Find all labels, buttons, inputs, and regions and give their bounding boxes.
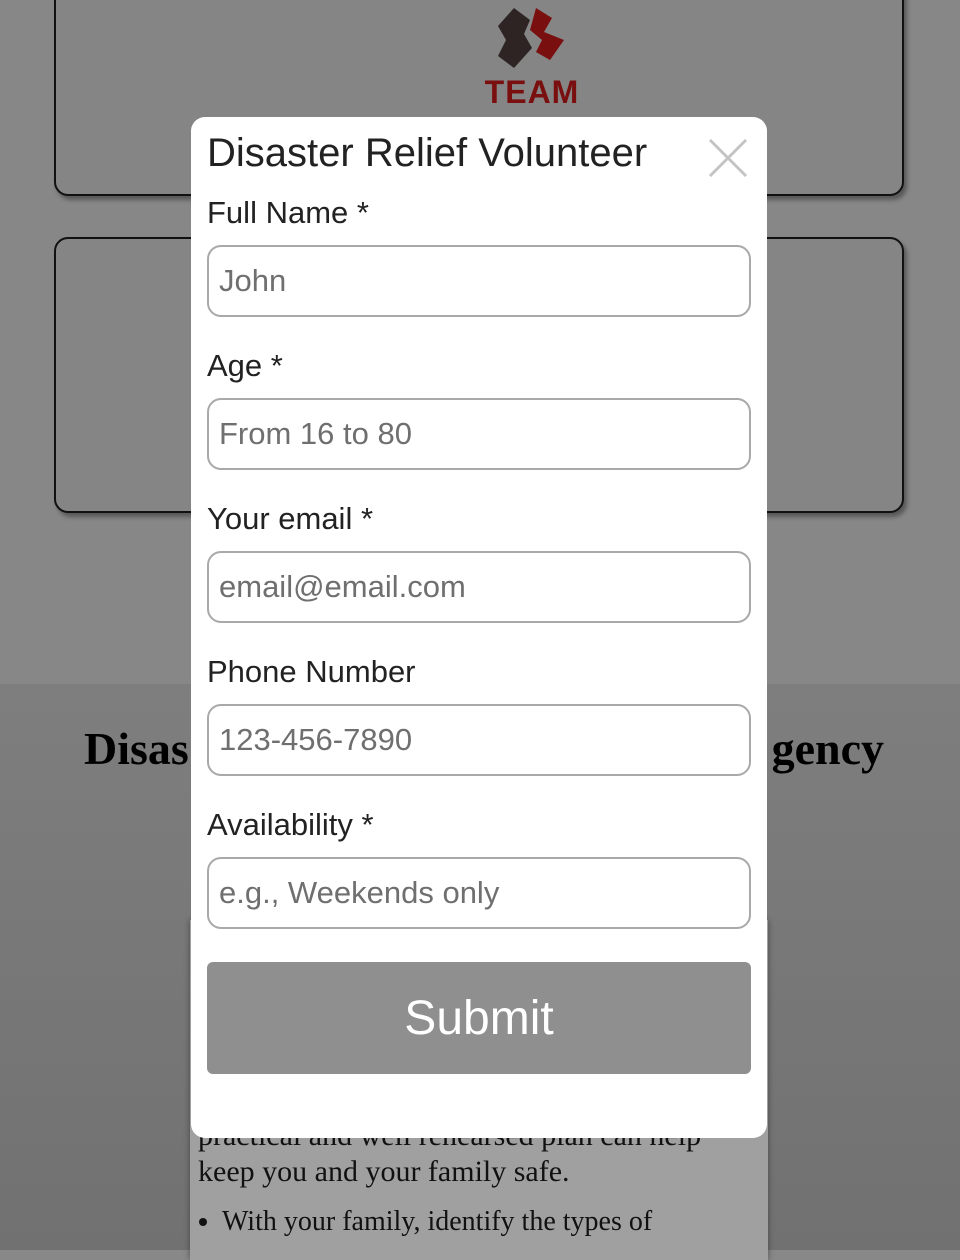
- modal-title: Disaster Relief Volunteer: [207, 131, 648, 175]
- submit-button[interactable]: Submit: [207, 962, 751, 1074]
- info-list: With your family, identify the types of: [198, 1204, 758, 1240]
- close-icon: [708, 138, 748, 178]
- availability-input[interactable]: [207, 857, 751, 929]
- close-button[interactable]: [707, 137, 749, 179]
- email-input[interactable]: [207, 551, 751, 623]
- logo-text: TEAM: [484, 74, 580, 110]
- section-heading-right: gency: [771, 723, 884, 774]
- info-list-item: With your family, identify the types of: [222, 1204, 758, 1240]
- team-logo-icon: [498, 8, 564, 68]
- phone-input[interactable]: [207, 704, 751, 776]
- info-text-line: keep you and your family safe.: [198, 1155, 570, 1188]
- volunteer-modal: Disaster Relief Volunteer Full Name * Ag…: [191, 117, 767, 1138]
- section-heading-left: Disas: [84, 723, 189, 774]
- age-label: Age *: [207, 348, 283, 383]
- phone-label: Phone Number: [207, 654, 416, 689]
- age-input[interactable]: [207, 398, 751, 470]
- team-logo: TEAM: [484, 4, 580, 110]
- full-name-input[interactable]: [207, 245, 751, 317]
- email-label: Your email *: [207, 501, 374, 536]
- full-name-label: Full Name *: [207, 195, 369, 230]
- availability-label: Availability *: [207, 807, 374, 842]
